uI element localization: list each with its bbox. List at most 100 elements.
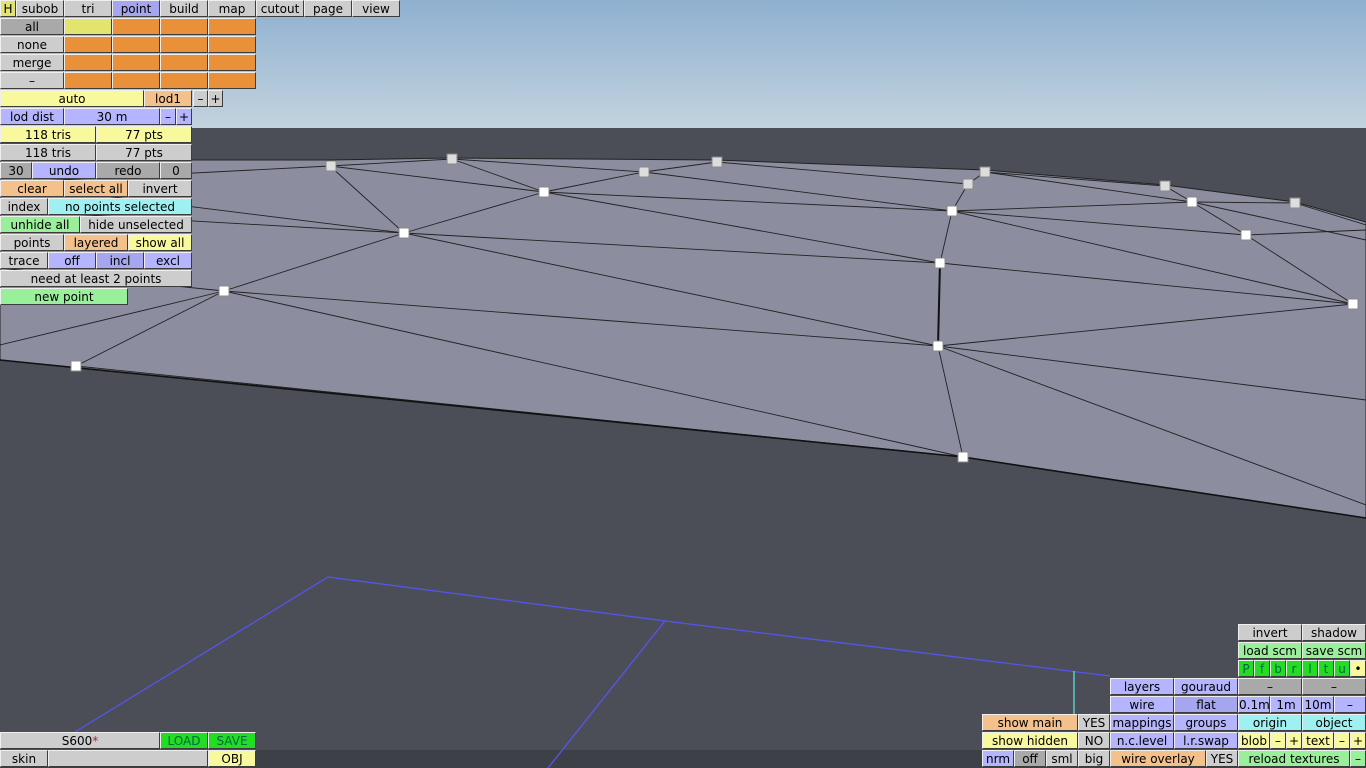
text-button[interactable]: text [1302, 732, 1334, 749]
view-f-button[interactable]: f [1254, 660, 1270, 677]
lod-level-button[interactable]: lod1 [144, 90, 192, 107]
tab-map[interactable]: map [208, 0, 256, 17]
show-all-button[interactable]: show all [128, 234, 192, 251]
viewport-3d[interactable] [0, 0, 1366, 768]
view-u-button[interactable]: u [1334, 660, 1350, 677]
layered-button[interactable]: layered [64, 234, 128, 251]
view-l-button[interactable]: l [1302, 660, 1318, 677]
show-hidden-toggle[interactable]: NO [1078, 732, 1110, 749]
lod-dist-plus-button[interactable]: + [176, 108, 192, 125]
blob-minus-button[interactable]: – [1270, 732, 1286, 749]
view-dot-button[interactable]: • [1350, 660, 1366, 677]
undo-button[interactable]: undo [32, 162, 96, 179]
lod-auto-button[interactable]: auto [0, 90, 144, 107]
show-hidden-label[interactable]: show hidden [982, 732, 1078, 749]
lod-plus-button[interactable]: + [208, 90, 223, 107]
reload-textures-button[interactable]: reload textures [1238, 750, 1350, 767]
new-point-button[interactable]: new point [0, 288, 128, 305]
view-r-button[interactable]: r [1286, 660, 1302, 677]
layers-button[interactable]: layers [1110, 678, 1174, 695]
points-button[interactable]: points [0, 234, 64, 251]
grid-10m-button[interactable]: 10m [1302, 696, 1334, 713]
swatch-1-0[interactable] [64, 36, 112, 53]
clear-button[interactable]: clear [0, 180, 64, 197]
origin-button[interactable]: origin [1238, 714, 1302, 731]
load-scm-button[interactable]: load scm [1238, 642, 1302, 659]
size-sml-button[interactable]: sml [1046, 750, 1078, 767]
trace-off-button[interactable]: off [48, 252, 96, 269]
show-main-label[interactable]: show main [982, 714, 1078, 731]
size-off-button[interactable]: off [1014, 750, 1046, 767]
save-scm-button[interactable]: save scm [1302, 642, 1366, 659]
select-all-button[interactable]: all [0, 18, 64, 35]
tab-view[interactable]: view [352, 0, 400, 17]
index-button[interactable]: index [0, 198, 48, 215]
dash-button[interactable]: – [0, 72, 64, 89]
blob-button[interactable]: blob [1238, 732, 1270, 749]
shadow-button[interactable]: shadow [1302, 624, 1366, 641]
swatch-2-1[interactable] [112, 54, 160, 71]
swatch-0-3[interactable] [208, 18, 256, 35]
h-button[interactable]: H [0, 0, 16, 17]
wire-button[interactable]: wire [1110, 696, 1174, 713]
lr-swap-button[interactable]: l.r.swap [1174, 732, 1238, 749]
mappings-button[interactable]: mappings [1110, 714, 1174, 731]
tab-point[interactable]: point [112, 0, 160, 17]
invert-selection-button[interactable]: invert [128, 180, 192, 197]
show-main-toggle[interactable]: YES [1078, 714, 1110, 731]
swatch-1-1[interactable] [112, 36, 160, 53]
swatch-3-1[interactable] [112, 72, 160, 89]
save-button[interactable]: SAVE [208, 732, 256, 749]
wire-overlay-toggle[interactable]: YES [1206, 750, 1238, 767]
swatch-0-2[interactable] [160, 18, 208, 35]
swatch-2-2[interactable] [160, 54, 208, 71]
swatch-1-2[interactable] [160, 36, 208, 53]
select-none-button[interactable]: none [0, 36, 64, 53]
object-button[interactable]: object [1302, 714, 1366, 731]
swatch-2-3[interactable] [208, 54, 256, 71]
nc-level-button[interactable]: n.c.level [1110, 732, 1174, 749]
load-button[interactable]: LOAD [160, 732, 208, 749]
hide-unselected-button[interactable]: hide unselected [80, 216, 192, 233]
trace-button[interactable]: trace [0, 252, 48, 269]
skin-field[interactable] [48, 750, 208, 767]
render-dash-right[interactable]: – [1302, 678, 1366, 695]
text-minus-button[interactable]: – [1334, 732, 1350, 749]
view-p-button[interactable]: P [1238, 660, 1254, 677]
blob-plus-button[interactable]: + [1286, 732, 1302, 749]
swatch-2-0[interactable] [64, 54, 112, 71]
merge-button[interactable]: merge [0, 54, 64, 71]
select-all-points-button[interactable]: select all [64, 180, 128, 197]
tab-cutout[interactable]: cutout [256, 0, 304, 17]
tab-page[interactable]: page [304, 0, 352, 17]
lod-minus-button[interactable]: – [193, 90, 208, 107]
swatch-0-1[interactable] [112, 18, 160, 35]
obj-button[interactable]: OBJ [208, 750, 256, 767]
wire-overlay-label[interactable]: wire overlay [1110, 750, 1206, 767]
groups-button[interactable]: groups [1174, 714, 1238, 731]
grid-1m-button[interactable]: 1m [1270, 696, 1302, 713]
tab-tri[interactable]: tri [64, 0, 112, 17]
swatch-1-3[interactable] [208, 36, 256, 53]
size-nrm-button[interactable]: nrm [982, 750, 1014, 767]
file-name[interactable]: S600* [0, 732, 160, 749]
grid-minus-button[interactable]: – [1334, 696, 1366, 713]
redo-button[interactable]: redo [96, 162, 160, 179]
size-big-button[interactable]: big [1078, 750, 1110, 767]
view-t-button[interactable]: t [1318, 660, 1334, 677]
swatch-0-0[interactable] [64, 18, 112, 35]
swatch-3-3[interactable] [208, 72, 256, 89]
reload-minus-button[interactable]: – [1350, 750, 1366, 767]
lod-dist-value[interactable]: 30 m [64, 108, 160, 125]
skin-button[interactable]: skin [0, 750, 48, 767]
grid-01m-button[interactable]: 0.1m [1238, 696, 1270, 713]
swatch-3-0[interactable] [64, 72, 112, 89]
unhide-all-button[interactable]: unhide all [0, 216, 80, 233]
view-b-button[interactable]: b [1270, 660, 1286, 677]
render-dash-left[interactable]: – [1238, 678, 1302, 695]
tab-subob[interactable]: subob [16, 0, 64, 17]
tab-build[interactable]: build [160, 0, 208, 17]
trace-incl-button[interactable]: incl [96, 252, 144, 269]
flat-button[interactable]: flat [1174, 696, 1238, 713]
text-plus-button[interactable]: + [1350, 732, 1366, 749]
